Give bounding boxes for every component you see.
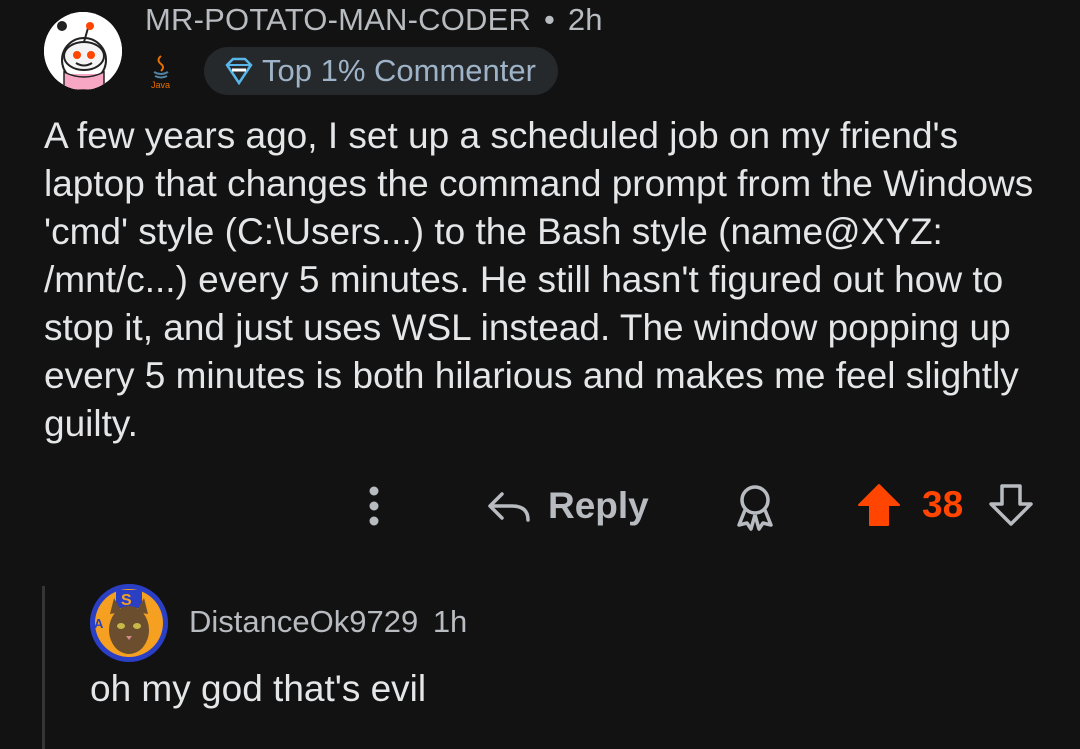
award-icon <box>737 485 773 531</box>
comment-body: A few years ago, I set up a scheduled jo… <box>44 115 1034 444</box>
reply-meta: DistanceOk9729 1h <box>189 604 467 640</box>
reply-arrow-icon <box>488 492 530 522</box>
author-username[interactable]: MR-POTATO-MAN-CODER <box>145 2 531 37</box>
reply-author-username[interactable]: DistanceOk9729 <box>189 604 418 639</box>
svg-text:Java: Java <box>151 80 170 90</box>
downvote-button[interactable] <box>988 482 1034 528</box>
reply-author-avatar[interactable]: S A <box>90 584 168 662</box>
badge-label: Top 1% Commenter <box>262 53 536 88</box>
vote-count: 38 <box>922 484 964 525</box>
svg-text:A: A <box>94 616 104 631</box>
thread-line[interactable] <box>42 586 45 749</box>
upvote-button[interactable] <box>856 482 902 528</box>
more-options-button[interactable] <box>360 484 388 528</box>
java-logo-icon: Java <box>150 54 172 90</box>
meta-separator: • <box>543 2 555 37</box>
top-commenter-badge[interactable]: Top 1% Commenter <box>204 47 558 95</box>
vertical-ellipsis-icon <box>369 486 379 526</box>
downvote-arrow-icon <box>989 484 1033 526</box>
comment-timestamp: 2h <box>567 2 603 37</box>
comment-meta: MR-POTATO-MAN-CODER • 2h <box>145 2 603 38</box>
reply-body: oh my god that's evil <box>90 668 427 709</box>
upvote-arrow-icon <box>858 484 900 526</box>
award-button[interactable] <box>733 483 777 531</box>
reply-button[interactable]: Reply <box>486 478 649 534</box>
author-avatar[interactable] <box>44 12 122 90</box>
diamond-badge-icon <box>225 57 253 85</box>
reply-label: Reply <box>548 485 649 526</box>
reply-timestamp: 1h <box>432 604 468 639</box>
